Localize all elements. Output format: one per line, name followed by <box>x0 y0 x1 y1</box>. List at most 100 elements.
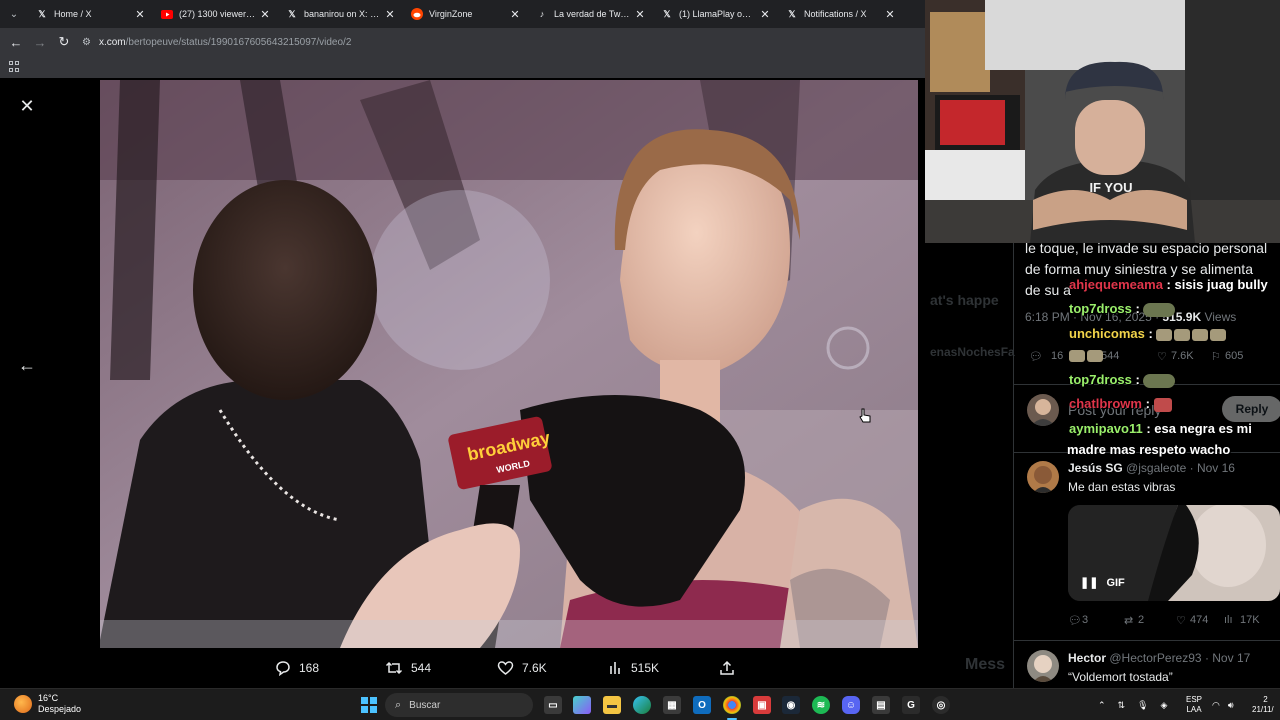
avatar[interactable] <box>1027 461 1059 493</box>
weather-temp: 16°C <box>38 693 59 703</box>
share-action[interactable] <box>719 660 743 676</box>
close-tab-icon[interactable]: ✕ <box>883 8 897 21</box>
media-viewer: ✕ ← broadway WORLD <box>0 78 925 688</box>
url-field[interactable]: ⚙ x.com/bertopeuve/status/19901676056432… <box>82 37 351 48</box>
tab-tiktok[interactable]: ♪ La verdad de Twitch ✕ <box>528 0 653 28</box>
task-view-icon[interactable]: ▭ <box>544 696 562 714</box>
tab-search-icon[interactable]: ⌄ <box>0 0 28 28</box>
microphone-icon[interactable]: 🎙︎ <box>1137 700 1148 711</box>
taskbar-search[interactable]: ⌕ Buscar <box>385 693 533 717</box>
reply-author-name[interactable]: Hector <box>1068 651 1106 665</box>
avatar[interactable] <box>1027 394 1059 426</box>
edge-icon[interactable] <box>633 696 651 714</box>
mouse-pointer-icon <box>858 408 872 429</box>
reload-icon[interactable]: ↻ <box>52 28 76 56</box>
close-tab-icon[interactable]: ✕ <box>633 8 647 21</box>
tab-llamaplay[interactable]: 𝕏 (1) LlamaPlay on X: " ✕ <box>653 0 778 28</box>
youtube-logo-icon <box>161 8 173 20</box>
spotify-icon[interactable]: ≋ <box>812 696 830 714</box>
screen: { "browser": { "tabs": [ {"title": "Home… <box>0 0 1280 720</box>
close-tab-icon[interactable]: ✕ <box>133 8 147 21</box>
file-explorer-icon[interactable]: ▬ <box>603 696 621 714</box>
start-icon[interactable] <box>361 697 377 713</box>
emote-icon <box>1192 328 1209 341</box>
views-count: 17K <box>1240 614 1260 626</box>
site-info-icon[interactable]: ⚙ <box>82 37 91 48</box>
app-icon[interactable]: ▤ <box>872 696 890 714</box>
tab-title: VirginZone <box>429 9 473 19</box>
avatar[interactable] <box>1027 650 1059 682</box>
pause-icon[interactable]: ❚❚ <box>1080 576 1098 589</box>
network-icon[interactable]: ⇅ <box>1118 700 1126 711</box>
bookmark-count: 605 <box>1225 350 1244 362</box>
views-action[interactable]: 515K <box>609 660 659 676</box>
like-count: 7.6K <box>522 661 547 675</box>
volume-icon[interactable]: 🔊︎ <box>1228 700 1234 711</box>
wifi-icon[interactable]: ◠ <box>1212 700 1220 711</box>
reply-text: Me dan estas vibras <box>1068 480 1176 494</box>
like-action[interactable]: 7.6K <box>497 660 547 676</box>
heart-icon[interactable]: ♡ <box>1157 350 1167 363</box>
store-icon[interactable]: ▦ <box>663 696 681 714</box>
app-icon[interactable]: G <box>902 696 920 714</box>
heart-icon[interactable]: ♡ <box>1176 614 1186 627</box>
clock-date: 21/11/ <box>1252 705 1274 714</box>
copilot-icon[interactable] <box>573 696 591 714</box>
app-icon[interactable]: ▣ <box>753 696 771 714</box>
discord-icon[interactable]: ☺ <box>842 696 860 714</box>
x-logo-icon: 𝕏 <box>38 8 46 19</box>
reply-header: Jesús SG @jsgaleote · Nov 16 <box>1068 461 1235 475</box>
bookmark-icon[interactable]: ⚐ <box>1211 350 1221 363</box>
video-player[interactable]: broadway WORLD <box>100 80 918 648</box>
close-icon[interactable]: ✕ <box>14 93 40 119</box>
obs-icon[interactable]: ◎ <box>932 696 950 714</box>
reddit-logo-icon <box>411 8 423 20</box>
steam-icon[interactable]: ◉ <box>782 696 800 714</box>
tab-home-x[interactable]: 𝕏 Home / X ✕ <box>28 0 153 28</box>
reply-author-handle[interactable]: @jsgaleote <box>1126 461 1186 475</box>
apps-grid-icon[interactable] <box>9 61 20 72</box>
language-indicator[interactable]: ESP LAA <box>1186 695 1202 715</box>
repost-count: 2 <box>1138 614 1145 626</box>
chrome-icon[interactable] <box>723 696 741 714</box>
chat-message: aymipavo11 : esa negra es mi <box>1069 421 1252 436</box>
reply-action[interactable]: 168 <box>275 660 319 676</box>
address-bar: ← → ↻ ⚙ x.com/bertopeuve/status/19901676… <box>0 28 928 56</box>
reply-author-handle[interactable]: @HectorPerez93 <box>1109 651 1201 665</box>
outlook-icon[interactable]: O <box>693 696 711 714</box>
repost-action[interactable]: 544 <box>385 660 431 676</box>
weather-widget[interactable]: 16°C Despejado <box>14 693 81 715</box>
repost-icon[interactable]: ⇄ <box>1124 614 1133 627</box>
bookmarks-bar <box>0 56 928 78</box>
app-tray-icon[interactable]: ◈ <box>1161 700 1168 711</box>
analytics-icon[interactable]: ılı <box>1224 614 1233 626</box>
tab-virginzone[interactable]: VirginZone ✕ <box>403 0 528 28</box>
reply-button[interactable]: Reply <box>1222 396 1280 422</box>
chevron-up-icon[interactable]: ⌃ <box>1098 700 1106 711</box>
close-tab-icon[interactable]: ✕ <box>258 8 272 21</box>
tab-title: (1) LlamaPlay on X: " <box>679 9 756 19</box>
reply-author-name[interactable]: Jesús SG <box>1068 461 1123 475</box>
close-tab-icon[interactable]: ✕ <box>383 8 397 21</box>
reply-icon[interactable]: 💬︎ <box>1068 614 1082 627</box>
chat-username: aymipavo11 <box>1069 421 1143 436</box>
close-tab-icon[interactable]: ✕ <box>758 8 772 21</box>
tab-notifications[interactable]: 𝕏 Notifications / X ✕ <box>778 0 903 28</box>
chat-text: : <box>1141 396 1150 411</box>
ghost-trend: enasNochesFa <box>930 345 1015 359</box>
tab-bananirou[interactable]: 𝕏 bananirou on X: "http ✕ <box>278 0 403 28</box>
close-tab-icon[interactable]: ✕ <box>508 8 522 21</box>
column-divider <box>1013 243 1014 688</box>
clock[interactable]: 2 21/11/ <box>1252 695 1274 715</box>
repost-count: 544 <box>411 661 432 675</box>
reply-gif[interactable]: ❚❚ GIF <box>1068 505 1280 601</box>
forward-icon[interactable]: → <box>28 28 52 56</box>
previous-arrow-icon[interactable]: ← <box>14 352 40 378</box>
back-icon[interactable]: ← <box>4 28 28 56</box>
tab-youtube[interactable]: (27) 1300 viewers po ✕ <box>153 0 278 28</box>
reply-icon[interactable]: 💬︎ <box>1029 350 1043 363</box>
x-logo-icon: 𝕏 <box>663 8 671 19</box>
url-path: /bertopeuve/status/1990167605643215097/v… <box>125 36 352 48</box>
repost-icon <box>385 661 403 675</box>
search-placeholder: Buscar <box>409 699 441 711</box>
